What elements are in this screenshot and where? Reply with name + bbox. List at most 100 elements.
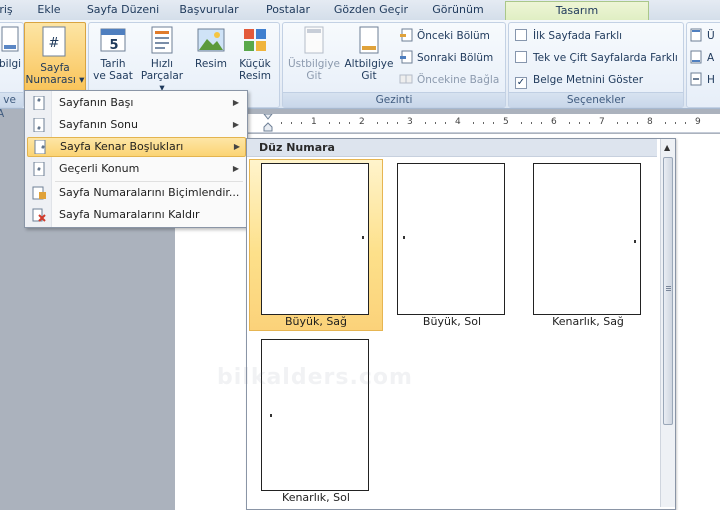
svg-text:#: # <box>37 167 41 173</box>
picture-icon <box>197 25 225 55</box>
scroll-up-arrow-icon[interactable]: ▲ <box>664 143 670 152</box>
go-to-header-icon <box>300 25 328 55</box>
menu-item-bottom-of-page[interactable]: # Sayfanın Sonu ▶ <box>27 115 244 135</box>
alignment-tab-icon <box>689 72 703 86</box>
clip-art-button[interactable]: Küçük Resim <box>235 25 275 82</box>
picture-button[interactable]: Resim <box>191 25 231 70</box>
page-number-mark <box>403 236 405 239</box>
scroll-grip-icon <box>666 286 671 287</box>
header-footer-group-partial: bilgi i ve A <box>0 22 24 120</box>
different-first-page-checkbox-box[interactable] <box>515 29 527 41</box>
previous-section-button[interactable]: Önceki Bölüm <box>399 27 490 45</box>
show-document-text-checkbox-box[interactable]: ✓ <box>515 77 527 89</box>
gallery-item-preview <box>533 163 641 315</box>
page-number-label-line2: Numarası ▾ <box>25 74 85 86</box>
svg-text:#: # <box>37 98 41 104</box>
date-time-label-line1: Tarih <box>100 58 126 70</box>
insert-alignment-tab-label: H <box>707 74 715 86</box>
menu-item-current-position[interactable]: # Geçerli Konum ▶ <box>27 159 244 179</box>
menu-separator <box>55 181 243 182</box>
show-document-text-checkbox[interactable]: ✓ Belge Metnini Göster <box>515 71 643 89</box>
footer-button-partial[interactable]: bilgi <box>0 25 21 70</box>
tab-insert[interactable]: Ekle <box>28 0 70 20</box>
gallery-item-caption: Büyük, Sağ <box>284 315 348 328</box>
different-odd-even-checkbox-box[interactable] <box>515 51 527 63</box>
date-time-button[interactable]: 5 Tarih ve Saat <box>93 25 133 82</box>
page-number-menu: # Sayfanın Başı ▶ # Sayfanın Sonu ▶ # Sa… <box>24 90 248 228</box>
tab-view[interactable]: Görünüm <box>420 0 496 20</box>
menu-item-current-position-label: Geçerli Konum <box>59 162 140 175</box>
ruler-mark-7: 7 <box>599 117 605 127</box>
gallery-item-large-right[interactable]: Büyük, Sağ <box>249 159 383 331</box>
different-odd-even-label: Tek ve Çift Sayfalarda Farklı <box>533 52 678 64</box>
page-number-button[interactable]: # Sayfa Numarası ▾ <box>24 22 86 92</box>
go-to-footer-label-line1: Altbilgiye <box>344 58 394 70</box>
header-from-top-partial[interactable]: Ü <box>689 27 715 45</box>
footer-icon <box>0 25 20 55</box>
options-group: İlk Sayfada Farklı Tek ve Çift Sayfalard… <box>508 22 684 108</box>
ruler-mark-8: 8 <box>647 117 653 127</box>
menu-item-remove-page-numbers[interactable]: Sayfa Numaralarını Kaldır <box>27 205 244 225</box>
insert-alignment-tab-partial[interactable]: H <box>689 71 715 89</box>
footer-from-bottom-label: A <box>707 52 715 64</box>
tab-mailings[interactable]: Postalar <box>258 0 318 20</box>
remove-page-numbers-icon <box>32 208 46 222</box>
tab-home[interactable]: riş <box>0 0 16 20</box>
gallery-scroll-thumb[interactable] <box>663 157 673 425</box>
ruler-mark-6: 6 <box>551 117 557 127</box>
page-number-icon-glyph: # <box>49 36 60 51</box>
gallery-item-preview <box>261 163 369 315</box>
header-from-top-label: Ü <box>707 30 715 42</box>
next-section-button[interactable]: Sonraki Bölüm <box>399 49 493 67</box>
page-number-mark <box>270 414 272 417</box>
tab-page-layout[interactable]: Sayfa Düzeni <box>80 0 166 20</box>
watermark-text: bilkalders.com <box>217 365 413 390</box>
gallery-item-border-left[interactable]: Kenarlık, Sol <box>249 335 383 507</box>
go-to-footer-button[interactable]: Altbilgiye Git <box>343 25 395 82</box>
footer-from-bottom-partial[interactable]: A <box>689 49 714 67</box>
different-first-page-checkbox[interactable]: İlk Sayfada Farklı <box>515 27 622 45</box>
ruler-labels: 1 2 3 4 5 6 7 8 9 <box>271 114 720 132</box>
footer-position-icon <box>689 50 703 64</box>
next-section-label: Sonraki Bölüm <box>417 52 494 64</box>
quick-parts-label-line1: Hızlı <box>150 58 174 70</box>
tab-references[interactable]: Başvurular <box>170 0 248 20</box>
menu-item-page-margins[interactable]: # Sayfa Kenar Boşlukları ▶ <box>27 137 246 157</box>
date-time-label-line2: ve Saat <box>93 70 133 82</box>
go-to-footer-label-line2: Git <box>361 70 377 82</box>
horizontal-ruler[interactable]: 1 2 3 4 5 6 7 8 9 <box>175 113 720 133</box>
gallery-item-border-right[interactable]: Kenarlık, Sağ <box>521 159 655 331</box>
menu-item-format-page-numbers[interactable]: Sayfa Numaralarını Biçimlendir... <box>27 183 244 203</box>
svg-text:#: # <box>41 145 45 151</box>
clip-art-label-line1: Küçük <box>239 58 271 70</box>
page-number-label-line1: Sayfa <box>40 62 70 74</box>
calendar-icon-glyph: 5 <box>109 38 118 53</box>
page-bottom-icon: # <box>32 117 46 133</box>
link-to-previous-button[interactable]: Öncekine Bağla <box>399 71 499 89</box>
submenu-arrow-icon: ▶ <box>232 164 239 173</box>
navigation-group: Üstbilgiye Git Altbilgiye Git Önceki Böl… <box>282 22 506 108</box>
page-top-icon: # <box>32 95 46 111</box>
tab-review[interactable]: Gözden Geçir <box>328 0 414 20</box>
gallery-scrollbar[interactable]: ▲ <box>660 139 675 507</box>
clip-art-icon <box>241 25 269 55</box>
different-odd-even-checkbox[interactable]: Tek ve Çift Sayfalarda Farklı <box>515 49 678 67</box>
header-position-icon <box>689 28 703 42</box>
gallery-item-large-left[interactable]: Büyük, Sol <box>385 159 519 331</box>
tab-design[interactable]: Tasarım <box>505 1 649 21</box>
link-icon <box>399 72 413 86</box>
clip-art-label-line2: Resim <box>239 70 271 82</box>
menu-item-remove-page-numbers-label: Sayfa Numaralarını Kaldır <box>59 208 200 221</box>
svg-text:#: # <box>37 126 41 132</box>
go-to-footer-icon <box>355 25 383 55</box>
page-margins-icon: # <box>33 139 47 155</box>
menu-item-top-of-page[interactable]: # Sayfanın Başı ▶ <box>27 93 244 113</box>
previous-section-label: Önceki Bölüm <box>417 30 490 42</box>
options-group-label: Seçenekler <box>509 92 683 107</box>
gallery-item-preview <box>261 339 369 491</box>
quick-parts-button[interactable]: Hızlı Parçalar ▾ <box>137 25 187 94</box>
ribbon-tab-bar: riş Ekle Sayfa Düzeni Başvurular Postala… <box>0 0 720 21</box>
next-section-icon <box>399 50 413 64</box>
ruler-mark-3: 3 <box>407 117 413 127</box>
go-to-header-button[interactable]: Üstbilgiye Git <box>285 25 343 82</box>
